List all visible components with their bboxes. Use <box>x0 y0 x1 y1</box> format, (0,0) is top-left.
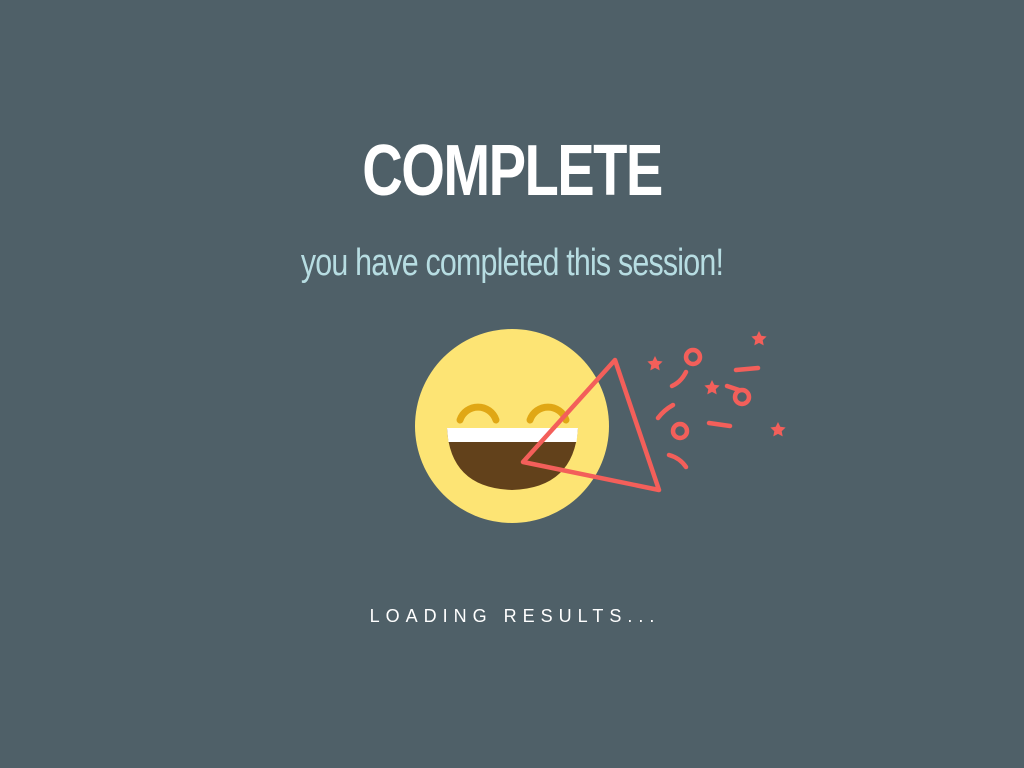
loading-status: LOADING RESULTS... <box>369 606 661 626</box>
celebration-illustration <box>415 329 786 523</box>
star-icon <box>647 331 786 437</box>
completion-message: you have completed this session! <box>300 242 724 284</box>
page-title: COMPLETE <box>362 131 663 211</box>
confetti-icon <box>655 347 761 470</box>
completion-screen: COMPLETE you have completed this session… <box>0 0 1024 768</box>
laughing-face-icon <box>415 329 609 523</box>
